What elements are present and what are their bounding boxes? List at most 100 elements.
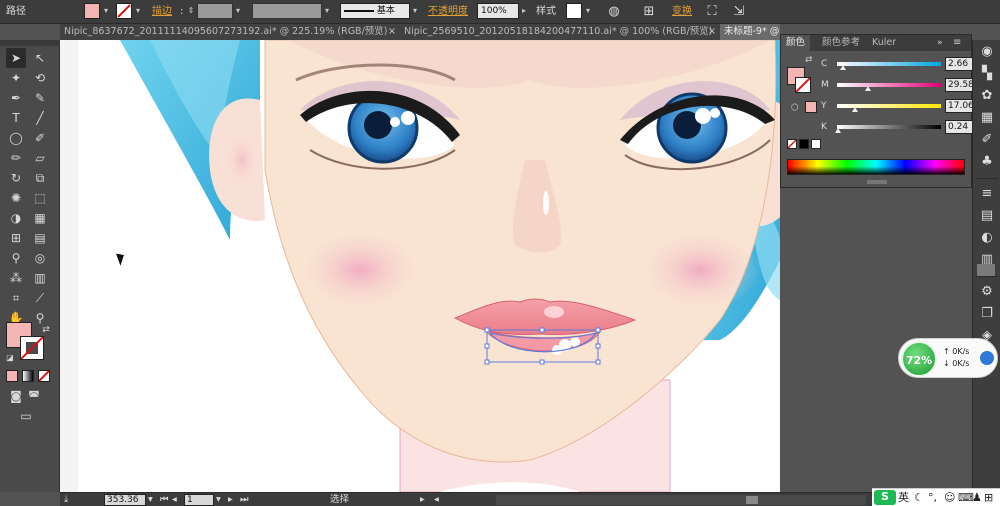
magenta-value[interactable]: 29.58 xyxy=(945,78,973,92)
scroll-left-icon[interactable]: ◂ xyxy=(434,493,439,506)
first-artboard-icon[interactable]: ⏮ xyxy=(160,493,169,506)
panel-resize-grip[interactable] xyxy=(867,180,887,184)
artboards-icon[interactable]: ❐ xyxy=(977,304,997,324)
cyan-slider[interactable] xyxy=(837,62,941,66)
artboard-dropdown-icon[interactable]: ▾ xyxy=(216,493,221,506)
user-icon[interactable]: ♟ xyxy=(972,491,982,505)
status-menu-icon[interactable]: ▸ xyxy=(420,493,425,506)
align-icon[interactable]: ⊞ xyxy=(640,3,658,21)
zoom-dropdown-icon[interactable]: ▾ xyxy=(148,493,153,506)
free-transform-icon[interactable]: ⬚ xyxy=(30,188,50,208)
brush-definition-field[interactable]: 基本 xyxy=(340,3,410,19)
opacity-label[interactable]: 不透明度 xyxy=(428,3,468,21)
tab-document-3[interactable]: 未标题-9* @ 353.36% (CMYK/预览) xyxy=(720,24,780,40)
dock-scroll-thumb[interactable] xyxy=(977,264,995,276)
brush-dropdown-icon[interactable]: ▾ xyxy=(410,3,420,19)
brushes-icon[interactable]: ✐ xyxy=(977,130,997,150)
toolbox-grip[interactable] xyxy=(0,40,60,46)
none-mode-icon[interactable] xyxy=(38,370,50,382)
artboard-canvas[interactable] xyxy=(60,40,780,492)
none-color-icon[interactable] xyxy=(787,139,797,149)
black-slider[interactable] xyxy=(837,125,941,129)
artboard-nav-icon[interactable]: ⤓ xyxy=(64,493,68,506)
magic-wand-icon[interactable]: ✦ xyxy=(6,68,26,88)
symbol-sprayer-icon[interactable]: ⁂ xyxy=(6,268,26,288)
close-icon[interactable]: × xyxy=(708,24,716,40)
stroke-dropdown-icon[interactable]: ▾ xyxy=(133,3,143,19)
black-thumb[interactable] xyxy=(835,128,841,133)
horizontal-scrollbar[interactable] xyxy=(496,495,866,505)
eraser-icon[interactable]: ▱ xyxy=(30,148,50,168)
perspective-icon[interactable]: ▦ xyxy=(30,208,50,228)
graphic-styles-panel-icon[interactable]: ⚙ xyxy=(977,282,997,302)
direct-selection-icon[interactable]: ↖ xyxy=(30,48,50,68)
gradient-mode-icon[interactable] xyxy=(22,370,34,382)
recolor-artwork-icon[interactable]: ◍ xyxy=(605,3,623,21)
stroke-weight-stepper[interactable]: ⇕ xyxy=(186,3,196,19)
out-of-gamut-icon[interactable]: ⬡ xyxy=(791,103,799,113)
draw-behind-icon[interactable]: ◚ xyxy=(24,386,44,406)
graph-icon[interactable]: ▥ xyxy=(30,268,50,288)
ime-mode[interactable]: 英 xyxy=(898,491,909,505)
selection-icon[interactable]: ➤ xyxy=(6,48,26,68)
stroke-panel-icon[interactable]: ≡ xyxy=(977,184,997,204)
stroke-swatch[interactable] xyxy=(116,3,132,19)
previous-artboard-icon[interactable]: ◂ xyxy=(172,493,177,506)
scale-icon[interactable]: ⧉ xyxy=(30,168,50,188)
magenta-thumb[interactable] xyxy=(865,86,871,91)
draw-normal-icon[interactable]: ◙ xyxy=(6,386,26,406)
swatches-icon[interactable]: ▦ xyxy=(977,108,997,128)
curvature-icon[interactable]: ✎ xyxy=(30,88,50,108)
gradient-panel-icon[interactable]: ▤ xyxy=(977,206,997,226)
white-swatch[interactable] xyxy=(811,139,821,149)
last-artboard-icon[interactable]: ⏭ xyxy=(240,493,249,506)
horizontal-scroll-thumb[interactable] xyxy=(746,496,758,504)
color-panel-stroke-swatch[interactable] xyxy=(795,77,811,93)
slice-icon[interactable]: ⟋ xyxy=(30,288,50,308)
stroke-label[interactable]: 描边 xyxy=(152,3,172,21)
line-icon[interactable]: ╱ xyxy=(30,108,50,128)
artboard-icon[interactable]: ⌗ xyxy=(6,288,26,308)
tab-color-guide[interactable]: 颜色参考 xyxy=(817,35,865,51)
pencil-icon[interactable]: ✏ xyxy=(6,148,26,168)
transparency-icon[interactable]: ◐ xyxy=(977,228,997,248)
tab-kuler[interactable]: Kuler xyxy=(867,35,901,51)
color-spectrum[interactable] xyxy=(787,159,965,175)
black-swatch[interactable] xyxy=(799,139,809,149)
variable-width-field[interactable] xyxy=(252,3,322,19)
fill-dropdown-icon[interactable]: ▾ xyxy=(101,3,111,19)
blend-icon[interactable]: ◎ xyxy=(30,248,50,268)
isolate-icon[interactable]: ⛶ xyxy=(703,3,721,21)
symbols-icon[interactable]: ♣ xyxy=(977,152,997,172)
close-icon[interactable]: × xyxy=(388,24,396,40)
magenta-slider[interactable] xyxy=(837,83,941,87)
color-panel-icon[interactable]: ▚ xyxy=(977,64,997,84)
stroke-weight-dropdown-icon[interactable]: ▾ xyxy=(233,3,243,19)
screen-mode-icon[interactable]: ▭ xyxy=(16,406,36,426)
panel-menu-icon[interactable]: ≡ xyxy=(953,35,961,51)
tools-icon[interactable]: ⊞ xyxy=(984,491,993,505)
paintbrush-icon[interactable]: ✐ xyxy=(30,128,50,148)
stroke-weight-field[interactable] xyxy=(197,3,233,19)
zoom-field[interactable]: 353.36 xyxy=(104,494,146,506)
warp-icon[interactable]: ✺ xyxy=(6,188,26,208)
ellipse-icon[interactable]: ◯ xyxy=(6,128,26,148)
variable-width-dropdown-icon[interactable]: ▾ xyxy=(322,3,332,19)
style-dropdown-icon[interactable]: ▾ xyxy=(583,3,593,19)
mesh-icon[interactable]: ⊞ xyxy=(6,228,26,248)
punctuation-icon[interactable]: °, xyxy=(928,491,937,505)
sogou-ime-icon[interactable]: S xyxy=(874,490,896,505)
swap-colors-icon[interactable]: ⇄ xyxy=(805,55,813,65)
default-colors-icon[interactable]: ◪ xyxy=(0,348,20,368)
network-speed-widget[interactable]: 72% ↑ 0K/s ↓ 0K/s xyxy=(898,338,998,378)
cyan-value[interactable]: 2.66 xyxy=(945,57,973,71)
tab-document-2[interactable]: Nipic_2569510_20120518184200477110.ai* @… xyxy=(400,24,720,40)
emoji-icon[interactable]: ☺ xyxy=(944,491,955,505)
black-value[interactable]: 0.24 xyxy=(945,120,973,134)
shape-builder-icon[interactable]: ◑ xyxy=(6,208,26,228)
accelerate-icon[interactable] xyxy=(980,351,994,365)
color-guide-icon[interactable]: ✿ xyxy=(977,86,997,106)
opacity-dropdown-icon[interactable]: ▸ xyxy=(519,3,529,19)
collapse-icon[interactable]: » xyxy=(937,35,943,51)
gradient-icon[interactable]: ▤ xyxy=(30,228,50,248)
